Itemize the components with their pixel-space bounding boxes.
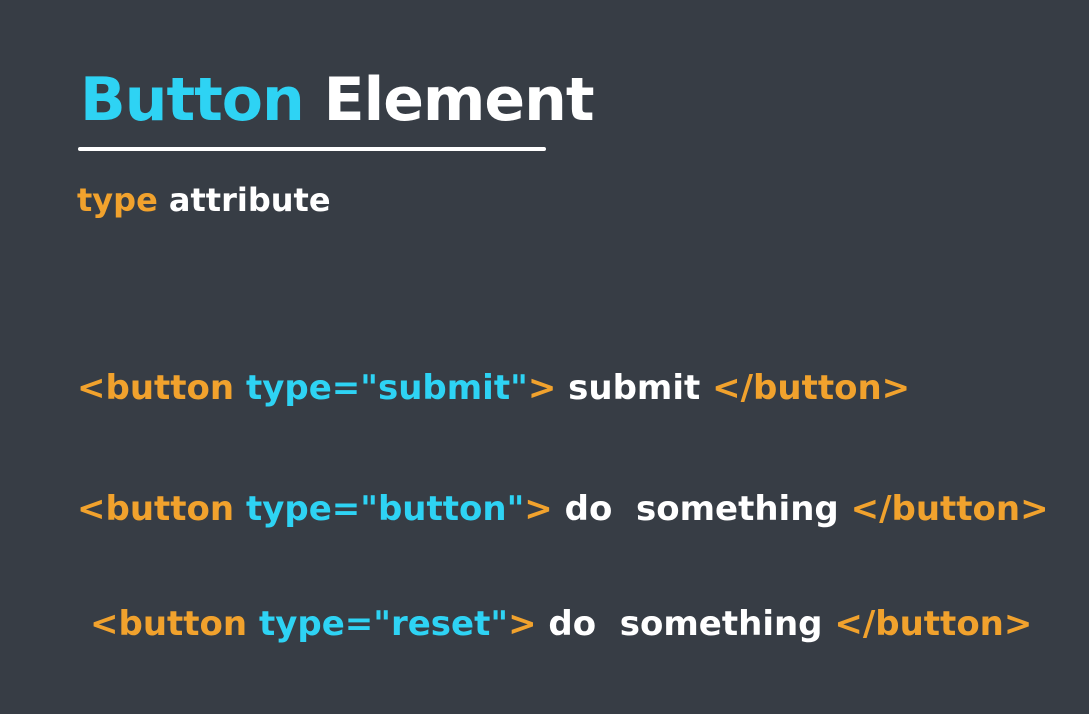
subtitle: type attribute xyxy=(77,184,331,216)
code-content: submit xyxy=(568,368,701,408)
code-close-tag: </button> xyxy=(834,604,1033,644)
code-close-tag: </button> xyxy=(712,368,911,408)
page-title: Button Element xyxy=(80,70,594,130)
subtitle-keyword: type xyxy=(77,181,158,219)
code-content: do something xyxy=(548,604,823,644)
code-attribute: type="reset" xyxy=(258,604,509,644)
code-line-reset: <button type="reset"> do something </but… xyxy=(90,607,1032,641)
code-line-submit: <button type="submit"> submit </button> xyxy=(77,371,910,405)
slide: Button Element type attribute <button ty… xyxy=(0,0,1089,714)
code-attribute: type="submit" xyxy=(245,368,528,408)
code-line-button: <button type="button"> do something </bu… xyxy=(77,492,1049,526)
code-open-tag: <button xyxy=(77,368,235,408)
code-open-tag-end: > xyxy=(508,604,537,644)
title-highlight-word: Button xyxy=(80,65,305,135)
code-close-tag: </button> xyxy=(850,489,1049,529)
code-attribute: type="button" xyxy=(245,489,525,529)
code-open-tag-end: > xyxy=(527,368,557,408)
title-word: Element xyxy=(323,65,595,135)
code-open-tag: <button xyxy=(90,604,248,644)
code-content: do something xyxy=(564,489,839,529)
title-underline xyxy=(78,147,546,151)
subtitle-text: attribute xyxy=(168,181,331,219)
code-open-tag-end: > xyxy=(524,489,553,529)
code-open-tag: <button xyxy=(77,489,235,529)
